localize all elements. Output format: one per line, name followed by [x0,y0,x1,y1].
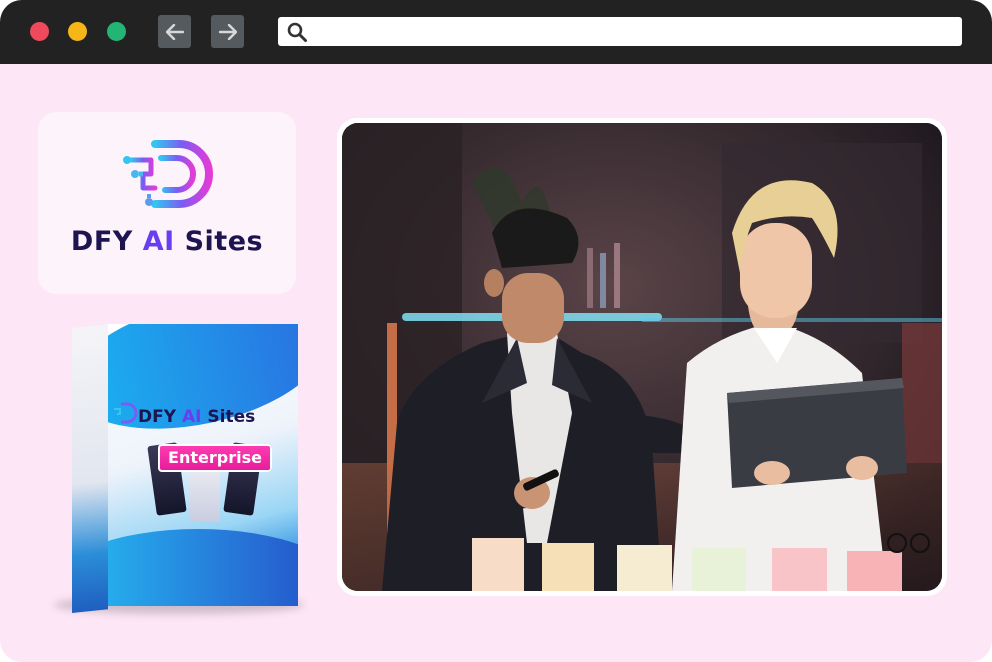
photo-illustration [342,123,942,591]
logo-card: DFY AI Sites [38,112,296,294]
close-window-button[interactable] [30,22,49,41]
box-wave-bottom [108,529,298,606]
arrow-right-icon [218,23,237,40]
dfy-logo-icon [114,402,138,424]
box-brand-sites: Sites [207,407,256,427]
address-input[interactable] [314,17,954,46]
browser-titlebar [0,0,992,64]
box-brand-text: DFY AI Sites [138,407,298,427]
search-icon [287,22,307,42]
box-brand-ai: AI [181,407,202,427]
product-box-image: DFY AI Sites Enterprise [34,318,304,618]
logo-text: DFY AI Sites [38,226,296,257]
box-side-panel [72,324,136,613]
edition-badge: Enterprise [158,444,272,472]
box-front-panel: DFY AI Sites Enterprise [108,324,298,606]
address-bar[interactable] [278,17,962,46]
back-button[interactable] [158,15,191,48]
forward-button[interactable] [211,15,244,48]
logo-word-ai: AI [142,226,175,257]
minimize-window-button[interactable] [68,22,87,41]
browser-window: DFY AI Sites DFY AI Sites Enterprise [0,0,992,662]
logo-word-sites: Sites [184,226,264,257]
hero-photo-frame [337,118,947,596]
maximize-window-button[interactable] [107,22,126,41]
box-brand-dfy: DFY [138,407,177,427]
arrow-left-icon [165,23,184,40]
dfy-logo-icon [123,140,213,208]
logo-word-dfy: DFY [70,226,133,257]
box-wave-top [108,324,298,450]
business-meeting-photo [342,123,942,591]
